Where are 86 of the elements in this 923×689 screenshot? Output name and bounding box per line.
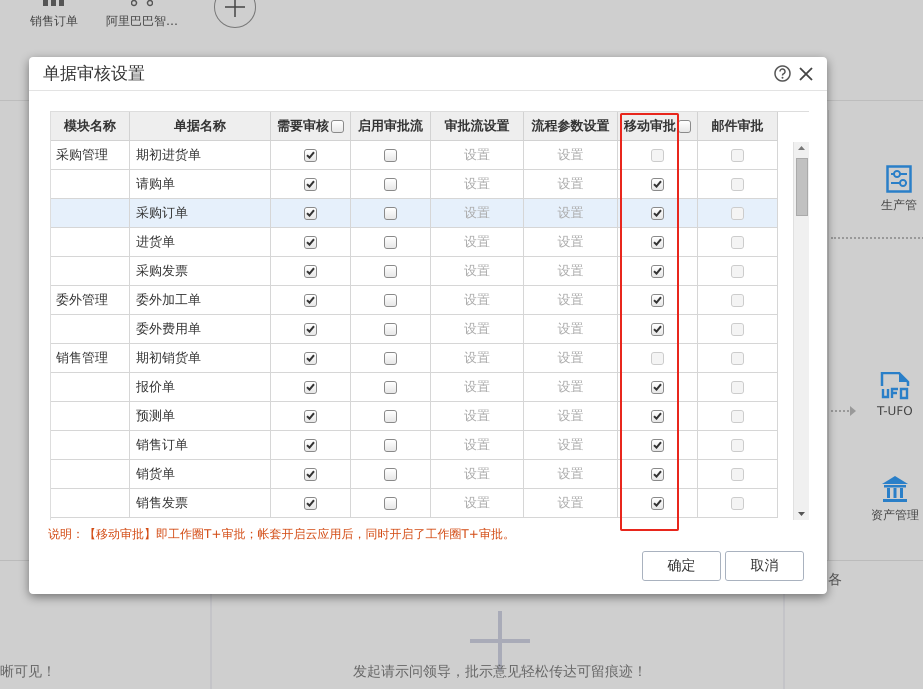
checkbox[interactable] bbox=[304, 496, 317, 510]
header-label: 移动审批 bbox=[624, 118, 676, 135]
checkbox[interactable] bbox=[304, 322, 317, 336]
scrollbar[interactable] bbox=[793, 142, 809, 520]
module-label[interactable]: 生产管 bbox=[881, 197, 917, 214]
checkbox[interactable] bbox=[678, 120, 691, 132]
document-name: 销售订单 bbox=[136, 437, 188, 454]
checkbox[interactable] bbox=[651, 264, 664, 278]
document-name: 请购单 bbox=[136, 176, 175, 193]
module-cell-text: 委外管理 bbox=[56, 292, 108, 309]
help-button[interactable] bbox=[774, 65, 791, 82]
document-icon bbox=[880, 372, 910, 400]
module-cell-text: 采购管理 bbox=[56, 147, 108, 164]
hint-text: 各 bbox=[828, 571, 842, 589]
document-name: 销货单 bbox=[136, 466, 175, 483]
checkbox[interactable] bbox=[384, 496, 397, 510]
checkbox[interactable] bbox=[304, 178, 317, 190]
header-label: 流程参数设置 bbox=[532, 118, 610, 135]
scroll-thumb[interactable] bbox=[796, 158, 808, 216]
checkbox[interactable] bbox=[651, 380, 664, 394]
dots-icon bbox=[131, 0, 153, 7]
checkbox[interactable] bbox=[384, 438, 397, 452]
document-name: 报价单 bbox=[136, 379, 175, 396]
checkbox[interactable] bbox=[651, 322, 664, 336]
checkbox[interactable] bbox=[304, 236, 317, 248]
module-cell-text: 销售管理 bbox=[56, 350, 108, 367]
header-label: 模块名称 bbox=[64, 118, 116, 135]
header-label: 需要审核 bbox=[277, 118, 329, 135]
checkbox[interactable] bbox=[384, 410, 397, 422]
document-name: 预测单 bbox=[136, 408, 175, 425]
checkbox[interactable] bbox=[651, 294, 664, 306]
document-name: 期初进货单 bbox=[136, 147, 201, 164]
checkbox[interactable] bbox=[304, 468, 317, 480]
checkbox[interactable] bbox=[384, 236, 397, 248]
close-button[interactable] bbox=[799, 66, 813, 80]
checkbox[interactable] bbox=[651, 468, 664, 480]
checkbox[interactable] bbox=[651, 236, 664, 248]
checkbox[interactable] bbox=[384, 468, 397, 480]
module-label[interactable]: 资产管理 bbox=[871, 507, 919, 524]
shortcut-label[interactable]: 销售订单 bbox=[30, 13, 78, 30]
checkbox[interactable] bbox=[304, 410, 317, 422]
checkbox[interactable] bbox=[304, 380, 317, 394]
document-name: 委外费用单 bbox=[136, 321, 201, 338]
document-name: 期初销货单 bbox=[136, 350, 201, 367]
checkbox[interactable] bbox=[304, 438, 317, 452]
plus-icon bbox=[225, 0, 245, 17]
hint-text: 晰可见！ bbox=[0, 663, 56, 681]
checkbox[interactable] bbox=[384, 294, 397, 306]
document-name: 进货单 bbox=[136, 234, 175, 251]
grid-icon bbox=[43, 0, 65, 7]
header-label: 单据名称 bbox=[174, 118, 226, 135]
shortcut-label[interactable]: 阿里巴巴智… bbox=[106, 13, 178, 30]
hint-text: 发起请示问领导，批示意见轻松传达可留痕迹！ bbox=[353, 663, 647, 681]
header-label: 审批流设置 bbox=[444, 118, 510, 135]
checkbox[interactable] bbox=[384, 352, 397, 364]
checkbox[interactable] bbox=[331, 120, 344, 132]
document-name: 委外加工单 bbox=[136, 292, 201, 309]
header-label: 启用审批流 bbox=[358, 118, 423, 135]
arrow-icon bbox=[831, 406, 857, 416]
dialog-button[interactable]: 取消 bbox=[725, 551, 804, 581]
checkbox[interactable] bbox=[304, 294, 317, 306]
checkbox[interactable] bbox=[651, 206, 664, 220]
checkbox[interactable] bbox=[384, 322, 397, 336]
checkbox[interactable] bbox=[384, 264, 397, 278]
checkbox[interactable] bbox=[304, 206, 317, 220]
checkbox[interactable] bbox=[304, 352, 317, 364]
checkbox[interactable] bbox=[651, 438, 664, 452]
checkbox[interactable] bbox=[304, 264, 317, 278]
dialog-title: 单据审核设置 bbox=[43, 63, 146, 85]
checkbox[interactable] bbox=[384, 380, 397, 394]
note-text: 说明：【移动审批】即工作圈T+审批；帐套开启云应用后，同时开启了工作圈T+审批。 bbox=[48, 526, 516, 543]
checkbox[interactable] bbox=[384, 148, 397, 162]
sliders-icon bbox=[886, 165, 912, 193]
module-label[interactable]: T-UFO bbox=[877, 404, 913, 418]
document-name: 采购发票 bbox=[136, 263, 188, 280]
bank-icon bbox=[881, 475, 909, 503]
checkbox[interactable] bbox=[651, 496, 664, 510]
dialog-button[interactable]: 确定 bbox=[642, 551, 721, 581]
document-name: 销售发票 bbox=[136, 495, 188, 512]
checkbox[interactable] bbox=[651, 178, 664, 190]
checkbox[interactable] bbox=[651, 410, 664, 422]
checkbox[interactable] bbox=[304, 148, 317, 162]
header-label: 邮件审批 bbox=[712, 118, 764, 135]
document-name: 采购订单 bbox=[136, 205, 188, 222]
checkbox[interactable] bbox=[384, 206, 397, 220]
checkbox[interactable] bbox=[384, 178, 397, 190]
